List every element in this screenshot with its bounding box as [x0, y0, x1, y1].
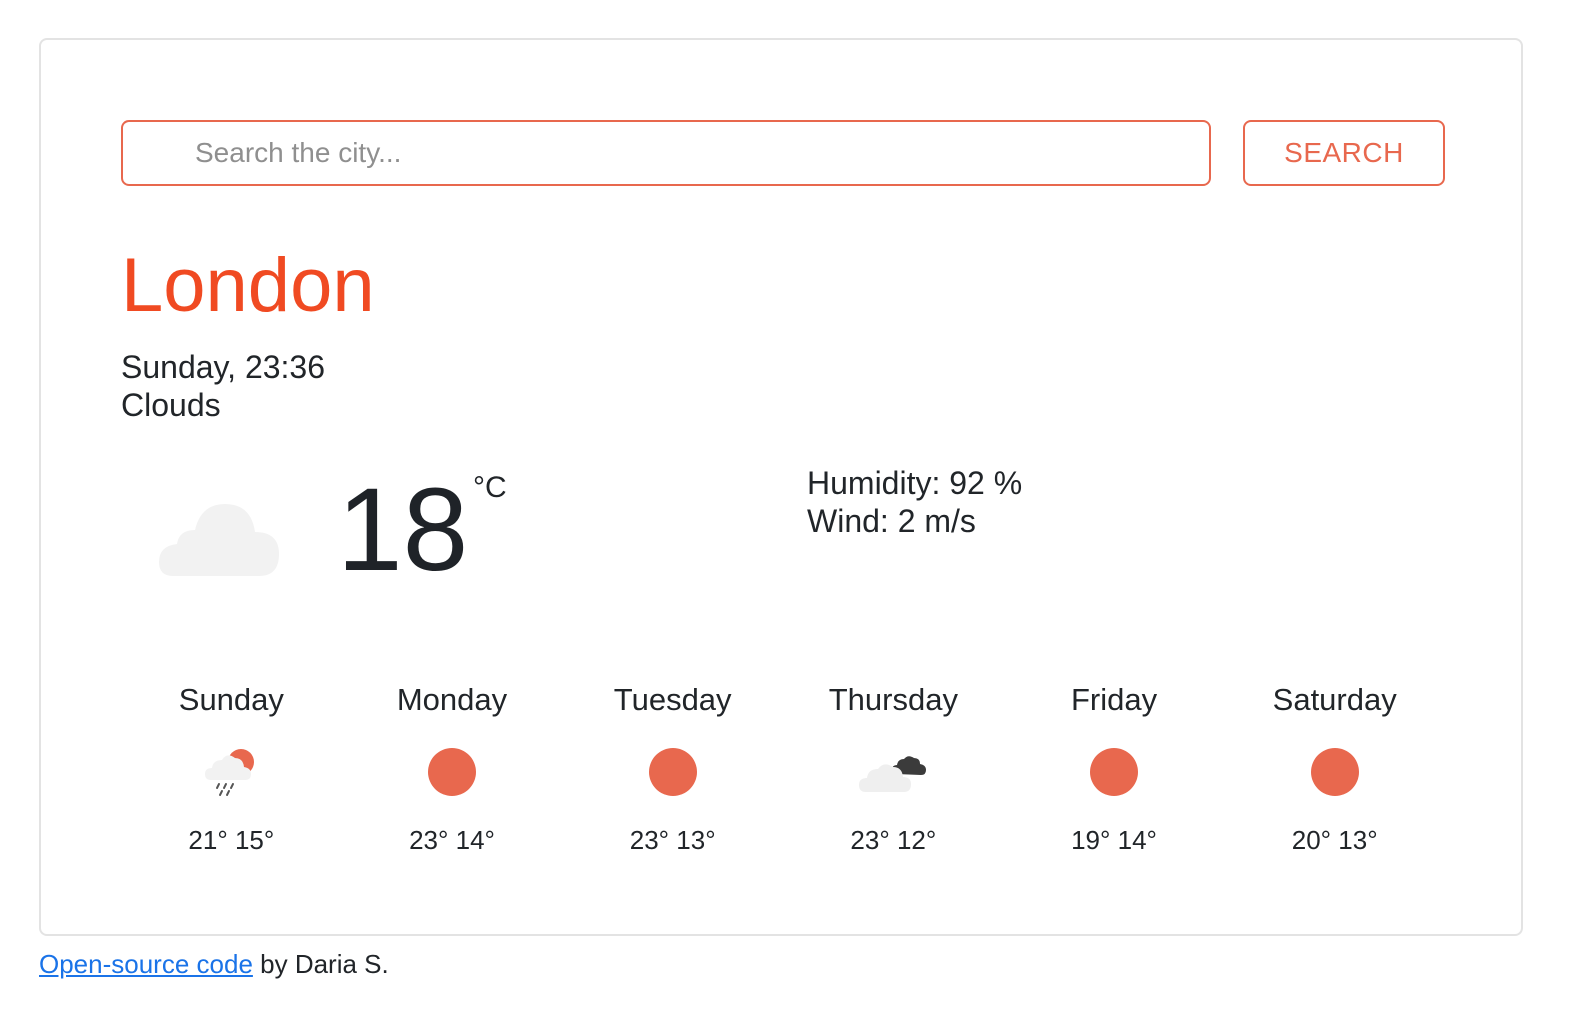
sun-icon	[1079, 744, 1149, 800]
forecast-day-name: Thursday	[828, 682, 958, 717]
forecast-day-name: Saturday	[1272, 682, 1397, 717]
forecast-temps: 20° 13°	[1291, 825, 1378, 855]
sun-icon	[1300, 744, 1370, 800]
cloud-icon	[159, 496, 283, 578]
weather-description: Clouds	[121, 387, 221, 423]
search-form: SEARCH	[121, 120, 1445, 186]
forecast-temps: 23° 14°	[409, 825, 495, 855]
forecast-day: Tuesday 23° 13°	[562, 680, 783, 860]
current-temperature: 18	[337, 464, 469, 596]
forecast-day-name: Monday	[396, 682, 508, 717]
wind: Wind: 2 m/s	[807, 503, 976, 539]
forecast-temps: 23° 12°	[850, 825, 937, 855]
weather-card: SEARCH London Sunday, 23:36 Clouds 18 °C…	[39, 38, 1523, 936]
forecast-temps: 23° 13°	[629, 825, 716, 855]
forecast-day: Saturday 20° 13°	[1224, 680, 1445, 860]
forecast-day-name: Tuesday	[613, 682, 732, 717]
search-input[interactable]	[121, 120, 1211, 186]
forecast-day-name: Friday	[1070, 682, 1158, 717]
forecast-temps: 19° 14°	[1071, 825, 1157, 855]
date-time: Sunday, 23:36	[121, 349, 326, 385]
city-name: London	[121, 243, 375, 328]
footer-credit: by Daria S.	[252, 949, 389, 979]
forecast-day-name: Sunday	[178, 682, 284, 717]
forecast-day: Thursday 23° 12°	[783, 680, 1004, 860]
temperature-unit: °C	[473, 471, 507, 504]
forecast-day: Monday 23° 14°	[342, 680, 563, 860]
rain-sun-icon	[196, 744, 266, 800]
forecast-day: Sunday 21° 15°	[121, 680, 342, 860]
dark-clouds-icon	[858, 744, 928, 800]
forecast-day: Friday 19° 14°	[1004, 680, 1225, 860]
source-code-link[interactable]: Open-source code	[39, 949, 253, 979]
forecast-temps: 21° 15°	[188, 825, 275, 855]
sun-icon	[417, 744, 487, 800]
sun-icon	[638, 744, 708, 800]
weather-details: Humidity: 92 % Wind: 2 m/s	[807, 464, 1022, 540]
humidity: Humidity: 92 %	[807, 465, 1023, 501]
forecast: Sunday 21° 15° Monday 23° 14° Tuesday 23…	[121, 680, 1445, 860]
current-meta: Sunday, 23:36 Clouds	[121, 348, 325, 424]
search-button[interactable]: SEARCH	[1243, 120, 1445, 186]
footer: Open-source code by Daria S.	[39, 946, 389, 982]
